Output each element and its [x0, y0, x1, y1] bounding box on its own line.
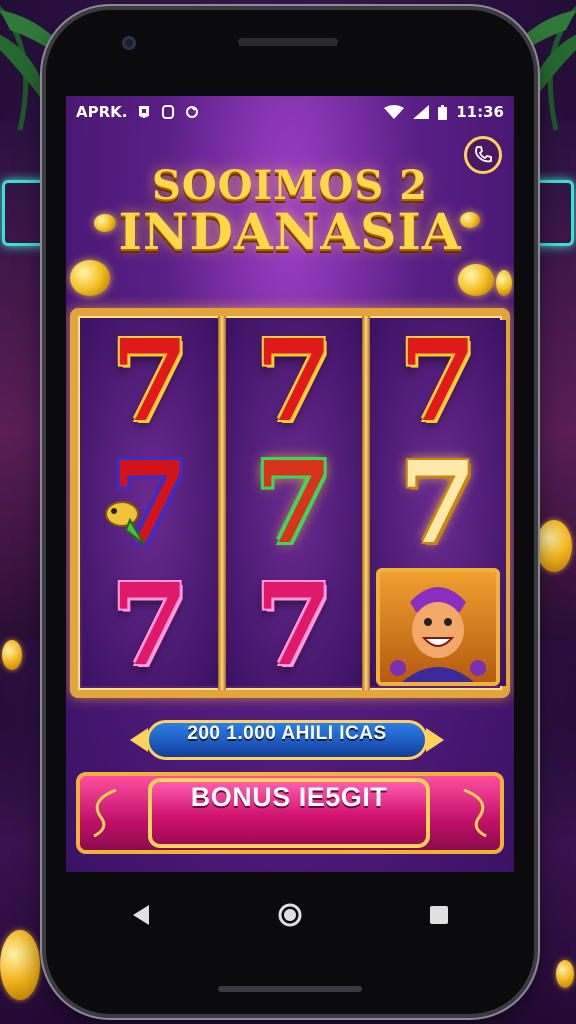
- front-camera: [122, 36, 136, 50]
- nav-recents-button[interactable]: [409, 885, 469, 945]
- credits-display: 200 1.000 AHILI ICAS: [146, 720, 428, 760]
- symbol-red-seven: 7: [255, 316, 333, 447]
- status-time: 11:36: [456, 103, 504, 121]
- symbol-pink-seven: 7: [255, 560, 333, 691]
- symbol-red-seven: 7: [399, 316, 477, 447]
- status-bar: APRK. 11:36: [66, 96, 514, 128]
- nav-back-button[interactable]: [111, 885, 171, 945]
- shield-icon: [162, 105, 175, 119]
- credit-cap-right: [426, 728, 444, 752]
- coin-icon: [536, 520, 572, 572]
- home-icon: [278, 903, 302, 927]
- bonus-button[interactable]: BONUS IE5GIT: [148, 778, 430, 848]
- ornament-swirl-icon: [463, 788, 487, 838]
- game-title-line2: INDANASIA: [118, 202, 462, 261]
- nav-home-button[interactable]: [260, 885, 320, 945]
- back-icon: [132, 905, 149, 925]
- reel-2: 7 7 7: [226, 320, 362, 686]
- symbol-red-seven: 7: [111, 316, 189, 447]
- coin-icon: [458, 264, 494, 296]
- reel-3: 7 7: [370, 320, 506, 686]
- game-screen: APRK. 11:36 SOOIMOS 2 INDANASIA 7 7 7 7 …: [66, 96, 514, 872]
- phone-frame: APRK. 11:36 SOOIMOS 2 INDANASIA 7 7 7 7 …: [46, 10, 534, 1014]
- sync-icon: [186, 106, 199, 118]
- coin-icon: [556, 960, 574, 988]
- symbol-character-bonus: [376, 568, 500, 686]
- navigation-bar: [66, 872, 514, 958]
- coin-icon: [2, 640, 22, 670]
- coin-icon: [0, 930, 40, 1000]
- symbol-lucky-seven: 7: [255, 438, 333, 569]
- coin-icon: [70, 260, 110, 296]
- signal-icon: [413, 105, 430, 119]
- notification-icon: [139, 106, 150, 118]
- battery-icon: [438, 104, 448, 120]
- golden-fish-icon: [105, 501, 145, 545]
- reel-1: 7 7 7: [82, 320, 218, 686]
- carrier-label: APRK.: [76, 103, 128, 121]
- symbol-pink-seven: 7: [111, 560, 189, 691]
- symbol-gold-seven: 7: [399, 438, 477, 569]
- earpiece-speaker: [238, 38, 338, 46]
- coin-icon: [496, 270, 512, 296]
- background-neon-sign: [2, 180, 52, 246]
- reel-divider: [362, 316, 370, 690]
- ornament-swirl-icon: [93, 788, 117, 838]
- wifi-icon: [384, 105, 405, 119]
- slot-reels: 7 7 7 7 7 7 7 7: [70, 308, 510, 698]
- jester-character-icon: [390, 587, 486, 682]
- recents-icon: [430, 906, 449, 924]
- home-indicator: [218, 986, 362, 992]
- reel-divider: [218, 316, 226, 690]
